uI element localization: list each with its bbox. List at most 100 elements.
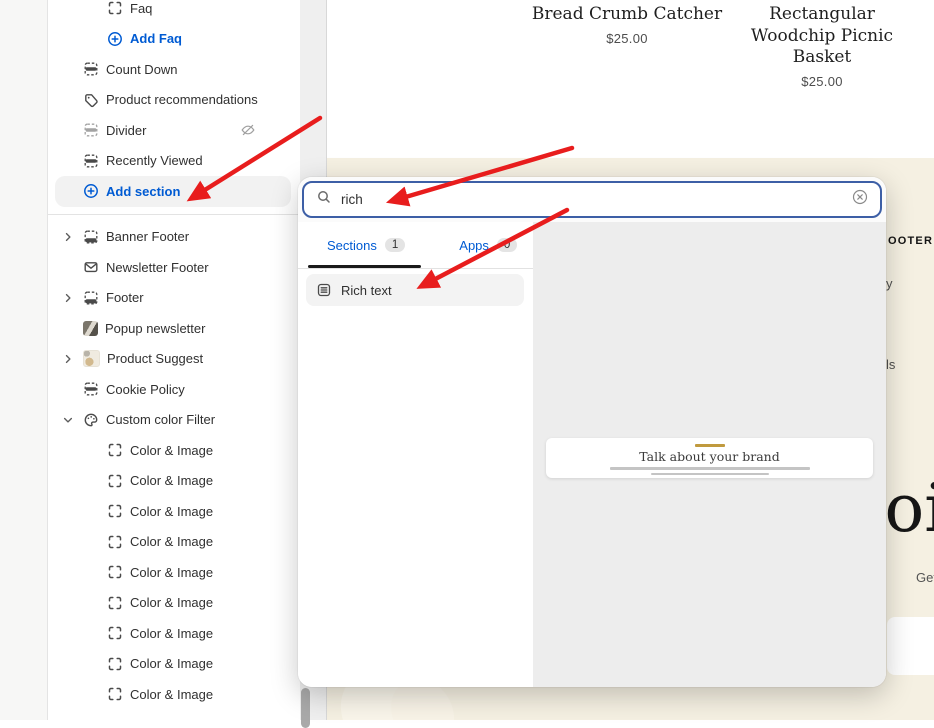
- search-result-rich-text[interactable]: Rich text: [306, 274, 524, 306]
- section-search-input[interactable]: rich: [302, 181, 882, 218]
- block-icon: [107, 625, 123, 641]
- sidebar-item-color-and-image[interactable]: Color & Image: [48, 618, 300, 649]
- product-card: Rectangular Woodchip Picnic Basket $25.00: [747, 4, 897, 89]
- eye-slash-icon[interactable]: [240, 122, 256, 138]
- sidebar-item-faq[interactable]: Faq: [48, 0, 300, 24]
- search-icon: [316, 189, 332, 210]
- sidebar-item-footer[interactable]: Footer: [48, 283, 300, 314]
- product-price: $25.00: [747, 74, 897, 89]
- envelope-icon: [83, 259, 99, 275]
- sidebar-item-label: Product Suggest: [107, 351, 203, 366]
- sidebar-item-label: Footer: [106, 290, 144, 305]
- search-results-panel: Sections1 Apps 0 Rich text: [298, 222, 533, 687]
- section-preview-pane: Talk about your brand: [533, 222, 886, 687]
- product-title: Rectangular Woodchip Picnic Basket: [747, 4, 897, 69]
- newsletter-input-preview: [887, 617, 934, 675]
- footer-link-fragment: ls: [886, 357, 895, 372]
- clear-search-icon[interactable]: [852, 189, 868, 210]
- sidebar-item-label: Color & Image: [130, 626, 213, 641]
- sidebar-item-label: Color & Image: [130, 656, 213, 671]
- sidebar-item-newsletter-footer[interactable]: Newsletter Footer: [48, 252, 300, 283]
- app-left-rail: [0, 0, 48, 720]
- block-icon: [107, 503, 123, 519]
- tag-icon: [83, 92, 99, 108]
- tab-sections[interactable]: Sections1: [327, 222, 405, 268]
- popup-search-area: rich: [298, 177, 886, 222]
- section-icon: [83, 122, 99, 138]
- sidebar-item-label: Popup newsletter: [105, 321, 205, 336]
- sidebar-item-label: Divider: [106, 123, 146, 138]
- footer-icon: [83, 290, 99, 306]
- block-icon: [107, 534, 123, 550]
- sidebar-item-label: Color & Image: [130, 687, 213, 702]
- result-label: Rich text: [341, 283, 392, 298]
- sidebar-item-banner-footer[interactable]: Banner Footer: [48, 222, 300, 253]
- sidebar-item-color-and-image[interactable]: Color & Image: [48, 588, 300, 619]
- preview-paragraph-line: [610, 467, 810, 470]
- footer-icon: [83, 229, 99, 245]
- sidebar-item-label: Add section: [106, 184, 180, 199]
- image-thumbnail-icon: [83, 350, 100, 367]
- sidebar-item-cookie-policy[interactable]: Cookie Policy: [48, 374, 300, 405]
- tab-count-badge: 1: [385, 238, 405, 252]
- block-icon: [107, 564, 123, 580]
- sidebar-item-label: Color & Image: [130, 473, 213, 488]
- sidebar-item-product-recommendations[interactable]: Product recommendations: [48, 85, 300, 116]
- sidebar-item-color-and-image[interactable]: Color & Image: [48, 557, 300, 588]
- block-icon: [107, 0, 123, 16]
- sidebar-item-popup-newsletter[interactable]: Popup newsletter: [48, 313, 300, 344]
- sidebar-item-recently-viewed[interactable]: Recently Viewed: [48, 146, 300, 177]
- sidebar-item-label: Color & Image: [130, 443, 213, 458]
- search-query-text: rich: [341, 192, 363, 207]
- sidebar-item-label: Color & Image: [130, 504, 213, 519]
- sidebar-item-color-and-image[interactable]: Color & Image: [48, 466, 300, 497]
- sidebar-item-label: Cookie Policy: [106, 382, 185, 397]
- sidebar-divider: [48, 207, 300, 222]
- chevron-right-icon[interactable]: [62, 231, 83, 243]
- add-section-popup: rich Sections1 Apps 0 Rich text Talk about…: [298, 177, 886, 687]
- search-results-list: Rich text: [298, 274, 533, 306]
- sidebar-item-divider[interactable]: Divider: [48, 115, 300, 146]
- product-price: $25.00: [527, 31, 727, 46]
- sidebar-item-count-down[interactable]: Count Down: [48, 54, 300, 85]
- tab-count-badge: 0: [497, 238, 517, 252]
- sidebar-item-color-and-image[interactable]: Color & Image: [48, 679, 300, 710]
- sidebar-item-add-section[interactable]: Add section: [55, 176, 291, 207]
- newsletter-subtext-fragment: Get: [916, 570, 934, 585]
- popup-body: Sections1 Apps 0 Rich text Talk about your…: [298, 222, 886, 687]
- footer-heading-fragment: OOTER: [888, 235, 933, 247]
- chevron-down-icon[interactable]: [62, 414, 83, 426]
- preview-heading: Talk about your brand: [546, 449, 873, 464]
- block-icon: [107, 442, 123, 458]
- sidebar-item-product-suggest[interactable]: Product Suggest: [48, 344, 300, 375]
- sidebar-item-color-and-image[interactable]: Color & Image: [48, 435, 300, 466]
- block-icon: [107, 686, 123, 702]
- sidebar-item-label: Add Faq: [130, 31, 182, 46]
- tab-label: Apps: [459, 238, 489, 253]
- sidebar-item-label: Recently Viewed: [106, 153, 203, 168]
- sidebar-item-color-and-image[interactable]: Color & Image: [48, 527, 300, 558]
- chevron-right-icon[interactable]: [62, 292, 83, 304]
- sidebar-item-custom-color-filter[interactable]: Custom color Filter: [48, 405, 300, 436]
- sidebar-item-label: Banner Footer: [106, 229, 189, 244]
- sidebar-item-label: Color & Image: [130, 595, 213, 610]
- chevron-right-icon[interactable]: [62, 353, 83, 365]
- theme-editor: Faq Add Faq Count DownProduct recommendati…: [0, 0, 934, 720]
- sidebar-scrollbar-thumb[interactable]: [301, 688, 310, 728]
- circle-plus-icon: [107, 31, 123, 47]
- circle-plus-icon: [83, 183, 99, 199]
- tab-apps[interactable]: Apps 0: [459, 222, 517, 268]
- section-icon: [83, 61, 99, 77]
- block-icon: [107, 656, 123, 672]
- palette-icon: [83, 412, 99, 428]
- rich-text-preview-card: Talk about your brand: [546, 438, 873, 478]
- sidebar-item-label: Custom color Filter: [106, 412, 215, 427]
- sidebar-item-color-and-image[interactable]: Color & Image: [48, 496, 300, 527]
- sidebar-item-add-faq[interactable]: Add Faq: [48, 24, 300, 55]
- sidebar-section-list: Faq Add Faq Count DownProduct recommendati…: [48, 0, 300, 710]
- image-thumbnail-icon: [83, 321, 98, 336]
- sidebar-item-color-and-image[interactable]: Color & Image: [48, 649, 300, 680]
- product-grid-preview: Bread Crumb Catcher$25.00Rectangular Woo…: [327, 0, 934, 158]
- sections-sidebar: Faq Add Faq Count DownProduct recommendati…: [48, 0, 300, 720]
- block-icon: [107, 473, 123, 489]
